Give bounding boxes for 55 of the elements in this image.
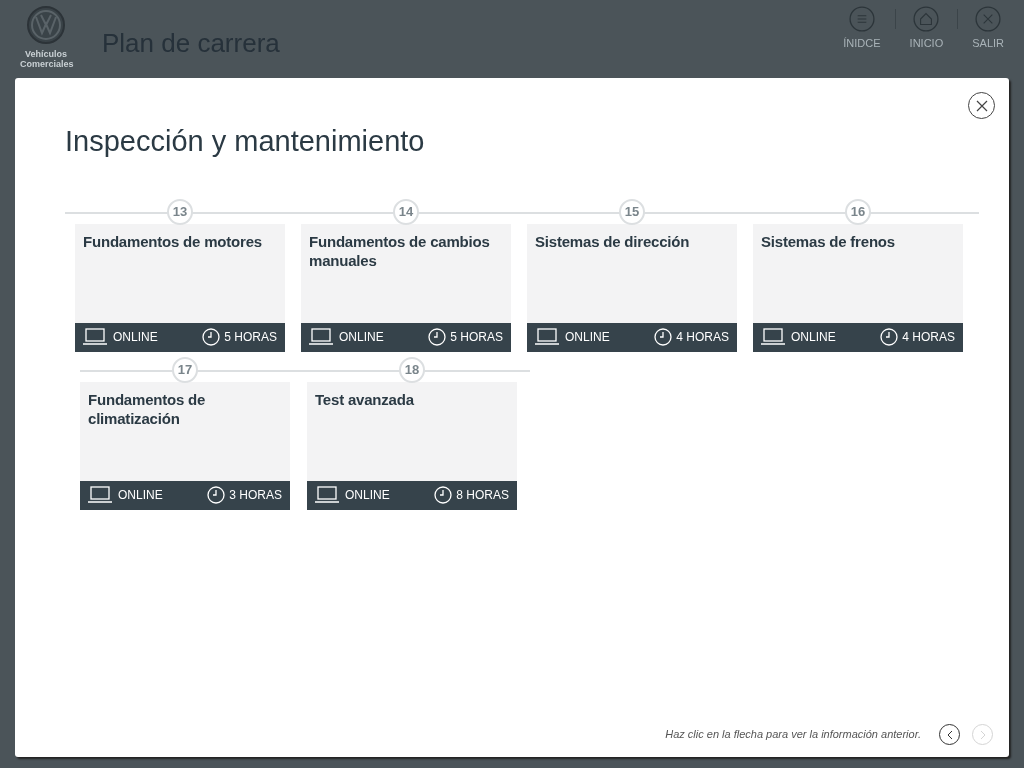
course-card[interactable]: Fundamentos de climatización bbox=[80, 381, 290, 481]
laptop-icon bbox=[315, 486, 339, 504]
duration-text: 4 HORAS bbox=[902, 329, 955, 346]
duration-text: 4 HORAS bbox=[676, 329, 729, 346]
course-card[interactable]: Test avanzada bbox=[307, 381, 517, 481]
chevron-left-icon bbox=[945, 729, 954, 740]
step-number: 17 bbox=[172, 356, 198, 383]
clock-icon bbox=[428, 328, 447, 346]
logo-text: Vehículos Comerciales bbox=[20, 49, 72, 69]
clock-icon bbox=[434, 486, 453, 504]
mode-text: ONLINE bbox=[565, 329, 610, 346]
step-number: 15 bbox=[619, 198, 645, 225]
clock-icon bbox=[207, 486, 226, 504]
duration-text: 5 HORAS bbox=[450, 329, 503, 346]
hint-text: Haz clic en la flecha para ver la información anterior. bbox=[665, 727, 921, 743]
laptop-icon bbox=[88, 486, 112, 504]
duration-text: 3 HORAS bbox=[229, 487, 282, 504]
menu-icon bbox=[848, 6, 875, 32]
clock-icon bbox=[202, 328, 221, 346]
laptop-icon bbox=[761, 328, 785, 346]
logo-icon bbox=[26, 5, 66, 45]
course-title: Fundamentos de cambios manuales bbox=[309, 231, 491, 270]
course-card[interactable]: Sistemas de dirección bbox=[527, 223, 737, 323]
step-number: 16 bbox=[845, 198, 871, 225]
close-icon bbox=[975, 6, 1002, 32]
course-card[interactable]: Fundamentos de motores bbox=[75, 223, 285, 323]
course-title: Test avanzada bbox=[315, 389, 415, 409]
course-card[interactable]: Sistemas de frenos bbox=[753, 223, 963, 323]
mode-text: ONLINE bbox=[791, 329, 836, 346]
nav-button[interactable]: SALIR bbox=[972, 6, 1004, 52]
course-title: Fundamentos de climatización bbox=[88, 389, 207, 428]
clock-icon bbox=[880, 328, 899, 346]
course-card[interactable]: Fundamentos de cambios manuales bbox=[301, 223, 511, 323]
clock-icon bbox=[654, 328, 673, 346]
step-number: 18 bbox=[399, 356, 425, 383]
course-title: Fundamentos de motores bbox=[83, 231, 263, 251]
step-number: 13 bbox=[167, 198, 193, 225]
nav-button[interactable]: INICIO bbox=[909, 6, 944, 52]
home-icon bbox=[913, 6, 940, 32]
mode-text: ONLINE bbox=[113, 329, 158, 346]
laptop-icon bbox=[535, 328, 559, 346]
course-title: Sistemas de frenos bbox=[761, 231, 896, 251]
laptop-icon bbox=[83, 328, 107, 346]
mode-text: ONLINE bbox=[339, 329, 384, 346]
mode-text: ONLINE bbox=[118, 487, 163, 504]
step-number: 14 bbox=[393, 198, 419, 225]
course-title: Sistemas de dirección bbox=[535, 231, 691, 251]
modal-title: Inspección y mantenimiento bbox=[65, 124, 426, 159]
close-icon bbox=[975, 99, 988, 112]
duration-text: 8 HORAS bbox=[456, 487, 509, 504]
mode-text: ONLINE bbox=[345, 487, 390, 504]
chevron-right-icon bbox=[978, 729, 987, 740]
laptop-icon bbox=[309, 328, 333, 346]
duration-text: 5 HORAS bbox=[224, 329, 277, 346]
nav-button[interactable]: ÍNIDCE bbox=[843, 6, 881, 52]
